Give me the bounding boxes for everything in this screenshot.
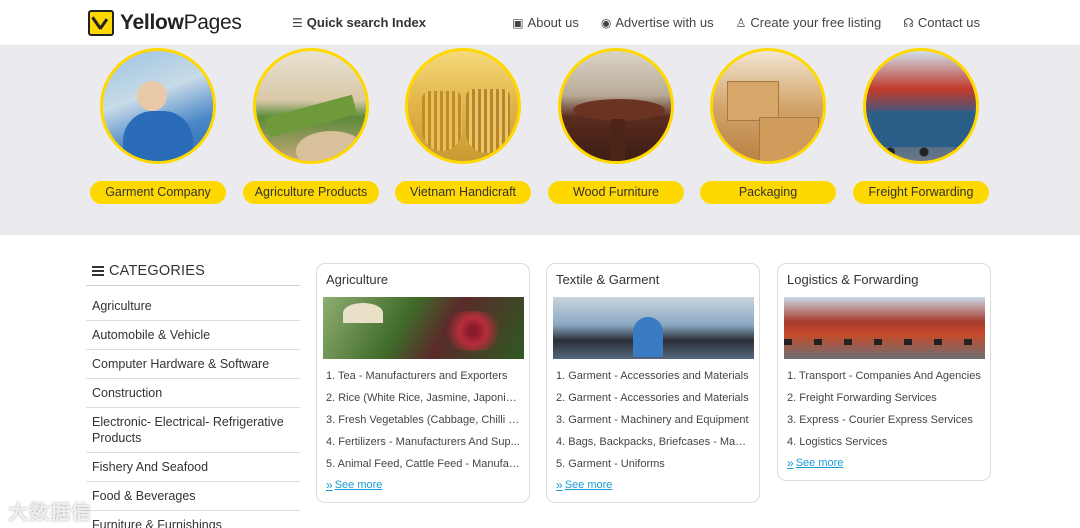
card-title[interactable]: Agriculture: [326, 272, 388, 287]
featured-label[interactable]: Vietnam Handicraft: [395, 181, 531, 204]
card-title[interactable]: Textile & Garment: [556, 272, 659, 287]
divider: [86, 285, 300, 286]
headset-icon: ☊: [903, 15, 914, 30]
featured-image[interactable]: [100, 48, 216, 164]
card-list: 1. Transport - Companies And Agencies 2.…: [787, 368, 983, 456]
featured-band: Garment Company Agriculture Products Vie…: [0, 46, 1080, 235]
see-more-link[interactable]: » See more: [326, 478, 382, 492]
target-icon: ◉: [600, 15, 612, 30]
list-item[interactable]: 4. Logistics Services: [787, 434, 983, 456]
category-item[interactable]: Fishery And Seafood: [86, 453, 300, 482]
card-image[interactable]: [553, 297, 754, 359]
nav-about-us[interactable]: ▣ About us: [512, 15, 579, 30]
card-textile-garment: Textile & Garment 1. Garment - Accessori…: [546, 263, 760, 503]
featured-label[interactable]: Packaging: [700, 181, 836, 204]
featured-label[interactable]: Freight Forwarding: [853, 181, 989, 204]
featured-image[interactable]: [253, 48, 369, 164]
list-item[interactable]: 5. Garment - Uniforms: [556, 456, 752, 478]
featured-wood-furniture[interactable]: Wood Furniture: [548, 46, 684, 204]
featured-image[interactable]: [558, 48, 674, 164]
category-item[interactable]: Automobile & Vehicle: [86, 321, 300, 350]
user-icon: ♙: [735, 15, 747, 30]
double-chevron-right-icon: »: [556, 478, 563, 492]
double-chevron-right-icon: »: [326, 478, 333, 492]
double-chevron-right-icon: »: [787, 456, 794, 470]
list-item[interactable]: 3. Garment - Machinery and Equipment: [556, 412, 752, 434]
featured-garment[interactable]: Garment Company: [90, 46, 226, 204]
card-logistics: Logistics & Forwarding 1. Transport - Co…: [777, 263, 991, 481]
card-list: 1. Tea - Manufacturers and Exporters 2. …: [326, 368, 522, 478]
featured-image[interactable]: [710, 48, 826, 164]
category-item[interactable]: Construction: [86, 379, 300, 408]
card-agriculture: Agriculture 1. Tea - Manufacturers and E…: [316, 263, 530, 503]
list-item[interactable]: 4. Fertilizers - Manufacturers And Sup..…: [326, 434, 522, 456]
featured-packaging[interactable]: Packaging: [700, 46, 836, 204]
watermark: 大数据信: [8, 502, 92, 524]
see-more-link[interactable]: » See more: [787, 456, 843, 470]
card-image[interactable]: [784, 297, 985, 359]
walking-fingers-icon: [88, 10, 114, 36]
list-item[interactable]: 1. Garment - Accessories and Materials: [556, 368, 752, 390]
list-item[interactable]: 1. Tea - Manufacturers and Exporters: [326, 368, 522, 390]
list-item[interactable]: 3. Express - Courier Express Services: [787, 412, 983, 434]
list-item[interactable]: 3. Fresh Vegetables (Cabbage, Chilli P..…: [326, 412, 522, 434]
featured-label[interactable]: Garment Company: [90, 181, 226, 204]
list-item[interactable]: 5. Animal Feed, Cattle Feed - Manufact..…: [326, 456, 522, 478]
logo-text: YellowPages: [120, 11, 242, 34]
menu-icon: [92, 266, 104, 276]
top-nav: ▣ About us ◉ Advertise with us ♙ Create …: [512, 15, 980, 30]
site-header: YellowPages ☰ Quick search Index ▣ About…: [0, 0, 1080, 46]
card-title[interactable]: Logistics & Forwarding: [787, 272, 919, 287]
category-item[interactable]: Food & Beverages: [86, 482, 300, 511]
nav-create-listing[interactable]: ♙ Create your free listing: [736, 15, 882, 30]
card-list: 1. Garment - Accessories and Materials 2…: [556, 368, 752, 478]
featured-freight[interactable]: Freight Forwarding: [853, 46, 989, 204]
category-item[interactable]: Computer Hardware & Software: [86, 350, 300, 379]
featured-label[interactable]: Wood Furniture: [548, 181, 684, 204]
list-item[interactable]: 2. Rice (White Rice, Jasmine, Japonica..…: [326, 390, 522, 412]
category-item[interactable]: Agriculture: [86, 292, 300, 321]
category-item[interactable]: Electronic- Electrical- Refrigerative Pr…: [86, 408, 300, 453]
featured-agriculture[interactable]: Agriculture Products: [243, 46, 379, 204]
see-more-link[interactable]: » See more: [556, 478, 612, 492]
list-item[interactable]: 4. Bags, Backpacks, Briefcases - Manuf..…: [556, 434, 752, 456]
nav-advertise[interactable]: ◉ Advertise with us: [601, 15, 714, 30]
id-card-icon: ▣: [512, 15, 524, 30]
list-icon: ☰: [292, 15, 303, 30]
list-item[interactable]: 2. Garment - Accessories and Materials: [556, 390, 752, 412]
list-item[interactable]: 1. Transport - Companies And Agencies: [787, 368, 983, 390]
quick-search-link[interactable]: ☰ Quick search Index: [292, 15, 426, 30]
categories-list: Agriculture Automobile & Vehicle Compute…: [86, 292, 300, 528]
list-item[interactable]: 2. Freight Forwarding Services: [787, 390, 983, 412]
categories-heading: CATEGORIES: [92, 263, 205, 279]
yellowpages-logo[interactable]: YellowPages: [88, 9, 242, 37]
featured-handicraft[interactable]: Vietnam Handicraft: [395, 46, 531, 204]
card-image[interactable]: [323, 297, 524, 359]
featured-label[interactable]: Agriculture Products: [243, 181, 379, 204]
featured-image[interactable]: [405, 48, 521, 164]
category-item[interactable]: Furniture & Furnishings: [86, 511, 300, 528]
nav-contact-us[interactable]: ☊ Contact us: [903, 15, 980, 30]
featured-image[interactable]: [863, 48, 979, 164]
